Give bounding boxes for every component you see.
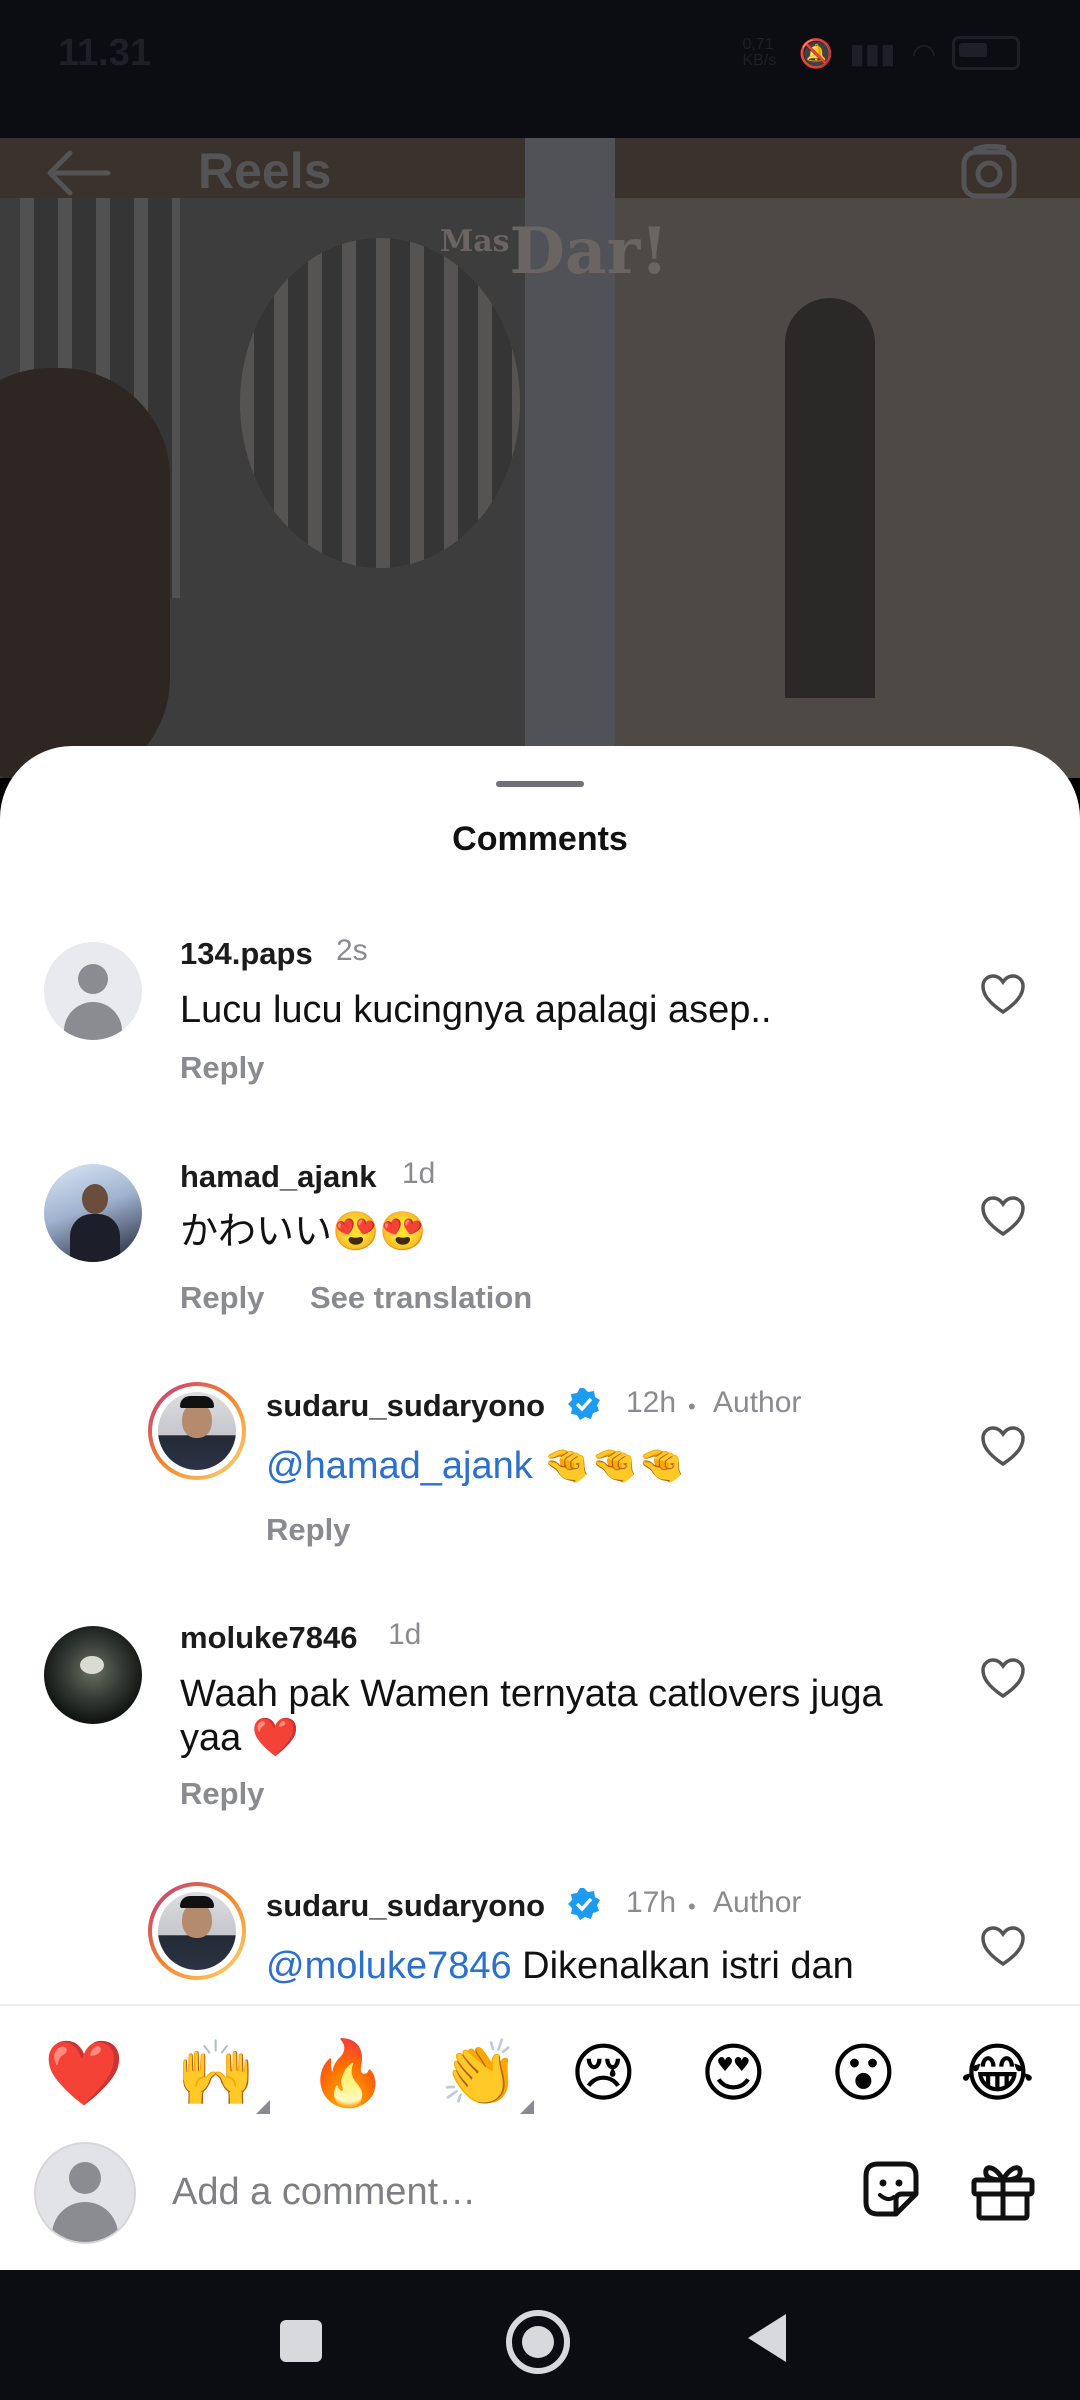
gift-icon[interactable]	[968, 2156, 1038, 2222]
camera-icon[interactable]	[958, 142, 1024, 204]
comment-text: Lucu lucu kucingnya apalagi asep..	[180, 989, 772, 1031]
emoji-clap-button[interactable]: 👏	[440, 2034, 534, 2114]
status-bar: 11.31 0,71 KB/s 🔕 ▮▮▮ ◠	[0, 0, 1080, 138]
author-label: Author	[713, 1886, 802, 1919]
reel-video: MasDar!	[0, 138, 1080, 778]
avatar[interactable]	[148, 1382, 246, 1480]
like-heart-icon[interactable]	[980, 1426, 1026, 1468]
wifi-icon: ◠	[911, 37, 936, 69]
author-label: Author	[713, 1386, 802, 1419]
comment-username[interactable]: hamad_ajank	[180, 1159, 376, 1195]
reply-button[interactable]: Reply	[180, 1050, 264, 1086]
emoji-laughing-button[interactable]: 😂	[960, 2034, 1035, 2114]
comment-time: 12h	[626, 1386, 677, 1419]
comment-input[interactable]	[170, 2164, 814, 2220]
mute-icon: 🔕	[798, 37, 834, 69]
like-heart-icon[interactable]	[980, 1658, 1026, 1700]
comment-composer	[0, 2142, 1080, 2270]
avatar[interactable]	[44, 942, 142, 1040]
comment-text: かわいい😍😍	[180, 1211, 427, 1253]
sheet-title: Comments	[452, 820, 628, 858]
comment-username[interactable]: 134.paps	[180, 936, 313, 972]
comment-time: 2s	[336, 934, 368, 967]
avatar[interactable]	[148, 1882, 246, 1980]
mention-link[interactable]: @hamad_ajank	[266, 1445, 533, 1487]
system-nav-bar	[0, 2270, 1080, 2400]
emoji-fire-button[interactable]: 🔥	[308, 2034, 388, 2114]
my-avatar	[34, 2142, 136, 2244]
mention-link[interactable]: @moluke7846	[266, 1945, 512, 1987]
system-back-button[interactable]	[748, 2314, 786, 2362]
emoji-surprised-button[interactable]: 😮	[830, 2034, 897, 2114]
avatar[interactable]	[44, 1626, 142, 1724]
emoji-raised-hands-button[interactable]: 🙌	[176, 2034, 270, 2114]
emoji-quick-bar: ❤️ 🙌 🔥 👏 😢 😍 😮 😂	[0, 2004, 1080, 2144]
comment-username[interactable]: sudaru_sudaryono	[266, 1888, 545, 1924]
emoji-heart-button[interactable]: ❤️	[44, 2034, 124, 2114]
emoji-crying-button[interactable]: 😢	[570, 2034, 637, 2114]
emoji-heart-eyes-button[interactable]: 😍	[700, 2034, 767, 2114]
see-translation-button[interactable]: See translation	[310, 1280, 532, 1316]
comment-time: 17h	[626, 1886, 677, 1919]
back-arrow-icon[interactable]	[42, 148, 112, 198]
comment-text: @hamad_ajank 🤏🤏🤏	[266, 1445, 686, 1487]
status-time: 11.31	[58, 32, 151, 74]
status-icons: 0,71 KB/s 🔕 ▮▮▮ ◠	[742, 36, 1020, 70]
signal-icon: ▮▮▮	[849, 37, 896, 69]
reply-button[interactable]: Reply	[180, 1776, 264, 1812]
battery-icon	[952, 36, 1020, 70]
comment-text: @moluke7846 Dikenalkan istri dan	[266, 1945, 854, 1987]
reply-button[interactable]: Reply	[266, 1512, 350, 1548]
like-heart-icon[interactable]	[980, 974, 1026, 1016]
reply-button[interactable]: Reply	[180, 1280, 264, 1316]
net-speed: 0,71 KB/s	[742, 36, 777, 69]
home-button[interactable]	[506, 2310, 570, 2374]
avatar[interactable]	[44, 1164, 142, 1262]
person-silhouette	[0, 368, 170, 778]
like-heart-icon[interactable]	[980, 1926, 1026, 1968]
verified-badge-icon	[568, 1388, 600, 1420]
sticker-icon[interactable]	[858, 2156, 924, 2222]
page-title: Reels	[198, 143, 332, 199]
comment-username[interactable]: sudaru_sudaryono	[266, 1388, 545, 1424]
like-heart-icon[interactable]	[980, 1196, 1026, 1238]
comment-text: Waah pak Wamen ternyata catlovers juga y…	[180, 1673, 883, 1759]
comment-time: 1d	[388, 1618, 422, 1651]
comment-time: 1d	[402, 1157, 436, 1190]
recents-button[interactable]	[280, 2320, 322, 2362]
sheet-grabber[interactable]	[496, 781, 584, 787]
separator-dot: •	[688, 1894, 696, 1919]
separator-dot: •	[688, 1394, 696, 1419]
video-watermark: MasDar!	[440, 214, 669, 289]
verified-badge-icon	[568, 1888, 600, 1920]
comment-username[interactable]: moluke7846	[180, 1620, 358, 1656]
